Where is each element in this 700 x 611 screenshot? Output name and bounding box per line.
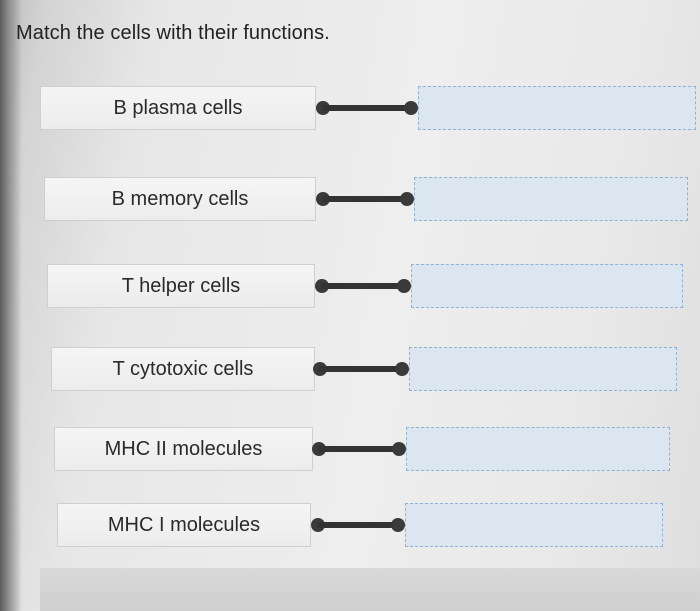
connector-link-icon bbox=[316, 101, 418, 115]
connector-link-icon bbox=[311, 518, 405, 532]
match-row: MHC II molecules bbox=[0, 427, 700, 477]
bottom-panel bbox=[40, 568, 700, 611]
match-row: B plasma cells bbox=[0, 86, 700, 136]
connector-link-icon bbox=[315, 279, 411, 293]
answer-drop-zone[interactable] bbox=[418, 86, 696, 130]
term-tile[interactable]: B memory cells bbox=[44, 177, 316, 221]
answer-drop-zone[interactable] bbox=[409, 347, 677, 391]
answer-drop-zone[interactable] bbox=[405, 503, 663, 547]
match-row: B memory cells bbox=[0, 177, 700, 227]
answer-drop-zone[interactable] bbox=[414, 177, 688, 221]
match-row: T cytotoxic cells bbox=[0, 347, 700, 397]
term-tile[interactable]: T cytotoxic cells bbox=[51, 347, 315, 391]
match-row: MHC I molecules bbox=[0, 503, 700, 553]
term-tile[interactable]: MHC I molecules bbox=[57, 503, 311, 547]
connector-link-icon bbox=[313, 362, 409, 376]
answer-drop-zone[interactable] bbox=[406, 427, 670, 471]
connector-link-icon bbox=[316, 192, 414, 206]
answer-drop-zone[interactable] bbox=[411, 264, 683, 308]
connector-link-icon bbox=[312, 442, 406, 456]
question-prompt: Match the cells with their functions. bbox=[16, 22, 330, 44]
term-tile[interactable]: MHC II molecules bbox=[54, 427, 313, 471]
term-tile[interactable]: T helper cells bbox=[47, 264, 315, 308]
match-row: T helper cells bbox=[0, 264, 700, 314]
term-tile[interactable]: B plasma cells bbox=[40, 86, 316, 130]
